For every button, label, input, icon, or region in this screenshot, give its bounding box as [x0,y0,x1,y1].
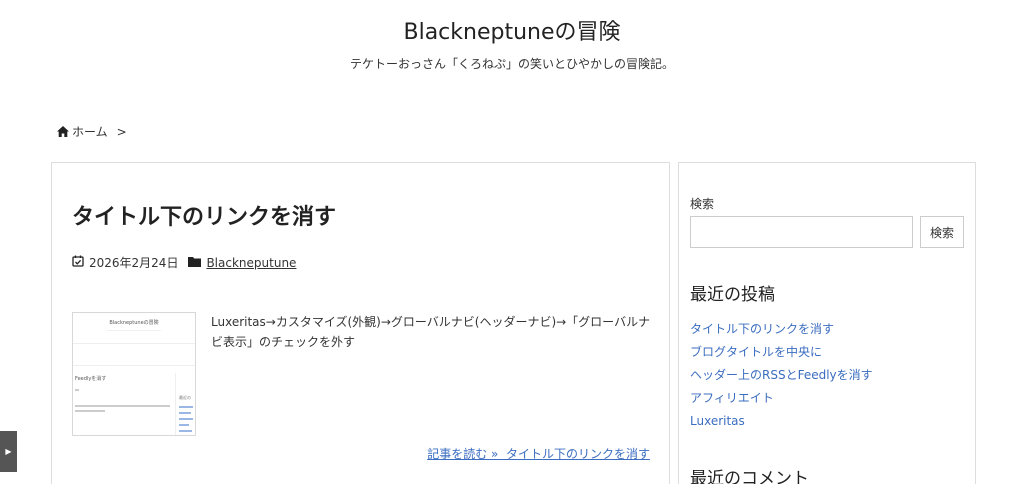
thumbnail-text-bar [75,405,170,407]
site-description: テケトーおっさん「くろねぷ」の笑いとひやかしの冒険記。 [349,57,674,71]
folder-icon [188,256,202,270]
sidebar-toggle-button[interactable]: ▶ [0,431,17,472]
recent-post-link[interactable]: Luxeritas [690,410,873,433]
search-label: 検索 [690,197,715,211]
thumbnail-column-divider [175,373,176,435]
thumbnail-link-bar [179,406,193,408]
search-button[interactable]: 検索 [920,216,964,248]
post-title[interactable]: タイトル下のリンクを消す [72,199,336,231]
thumbnail-side-label: 最近の [179,395,191,400]
thumbnail-divider [73,365,195,366]
recent-post-link[interactable]: タイトル下のリンクを消す [690,318,873,341]
recent-post-link[interactable]: ブログタイトルを中央に [690,341,873,364]
recent-post-link[interactable]: ヘッダー上のRSSとFeedlyを消す [690,364,873,387]
play-arrow-icon: ▶ [5,447,12,456]
post-meta: 2026年2月24日 Blackneputune [72,254,296,271]
search-input[interactable] [690,216,913,248]
thumbnail-heading: Feedlyを消す [75,376,107,382]
recent-posts-title: 最近の投稿 [690,285,775,305]
post-date: 2026年2月24日 [89,256,179,270]
thumbnail-tagline-bar: —————————————————— [107,328,161,332]
calendar-icon [72,255,84,270]
breadcrumb-home-link[interactable]: ホーム [72,123,108,140]
thumbnail-site-title: Blackneptuneの冒険 [109,320,159,326]
thumbnail-link-bar [179,418,193,420]
thumbnail-link-bar [179,424,189,426]
thumbnail-text-bar [75,410,105,412]
thumbnail-divider [73,343,195,344]
post-category-link[interactable]: Blackneputune [206,256,296,270]
site-title[interactable]: Blackneptuneの冒険 [0,14,1024,46]
thumbnail-link-bar [179,430,192,432]
breadcrumb: ホーム > [57,123,127,140]
recent-posts-list: タイトル下のリンクを消す ブログタイトルを中央に ヘッダー上のRSSとFeedl… [690,318,873,433]
read-more-link[interactable]: 記事を読む » タイトル下のリンクを消す [427,445,650,462]
recent-comments-title: 最近のコメント [690,469,809,484]
home-icon[interactable] [57,126,69,137]
breadcrumb-separator: > [116,124,127,139]
recent-post-link[interactable]: アフィリエイト [690,387,873,410]
thumbnail-text-bar [75,389,79,391]
post-thumbnail[interactable]: Blackneptuneの冒険 —————————————————— Feedl… [72,312,196,436]
thumbnail-link-bar [179,412,191,414]
post-excerpt: Luxeritas→カスタマイズ(外観)→グローバルナビ(ヘッダーナビ)→「グロ… [211,315,651,349]
